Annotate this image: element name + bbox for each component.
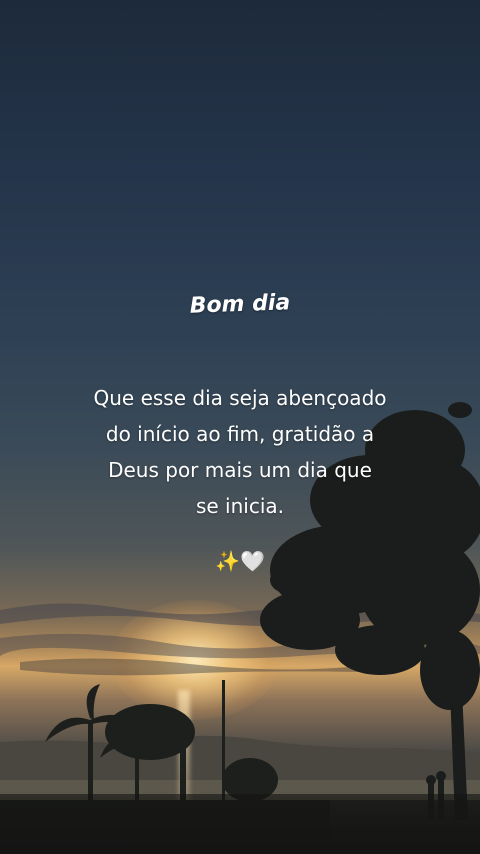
message-line: se inicia.	[195, 494, 285, 518]
white-heart-icon: 🤍	[240, 549, 265, 573]
foreground-ground	[0, 794, 480, 854]
sunset-background: Bom dia Que esse dia seja abençoado do i…	[0, 0, 480, 854]
greeting-message: Que esse dia seja abençoado do início ao…	[60, 380, 420, 524]
message-line: Deus por mais um dia que	[108, 458, 372, 482]
emoji-row: ✨🤍	[0, 549, 480, 573]
greeting-title: Bom dia	[189, 290, 291, 319]
message-line: Que esse dia seja abençoado	[93, 386, 387, 410]
sparkles-icon: ✨	[215, 549, 240, 573]
message-line: do início ao fim, gratidão a	[105, 422, 375, 446]
